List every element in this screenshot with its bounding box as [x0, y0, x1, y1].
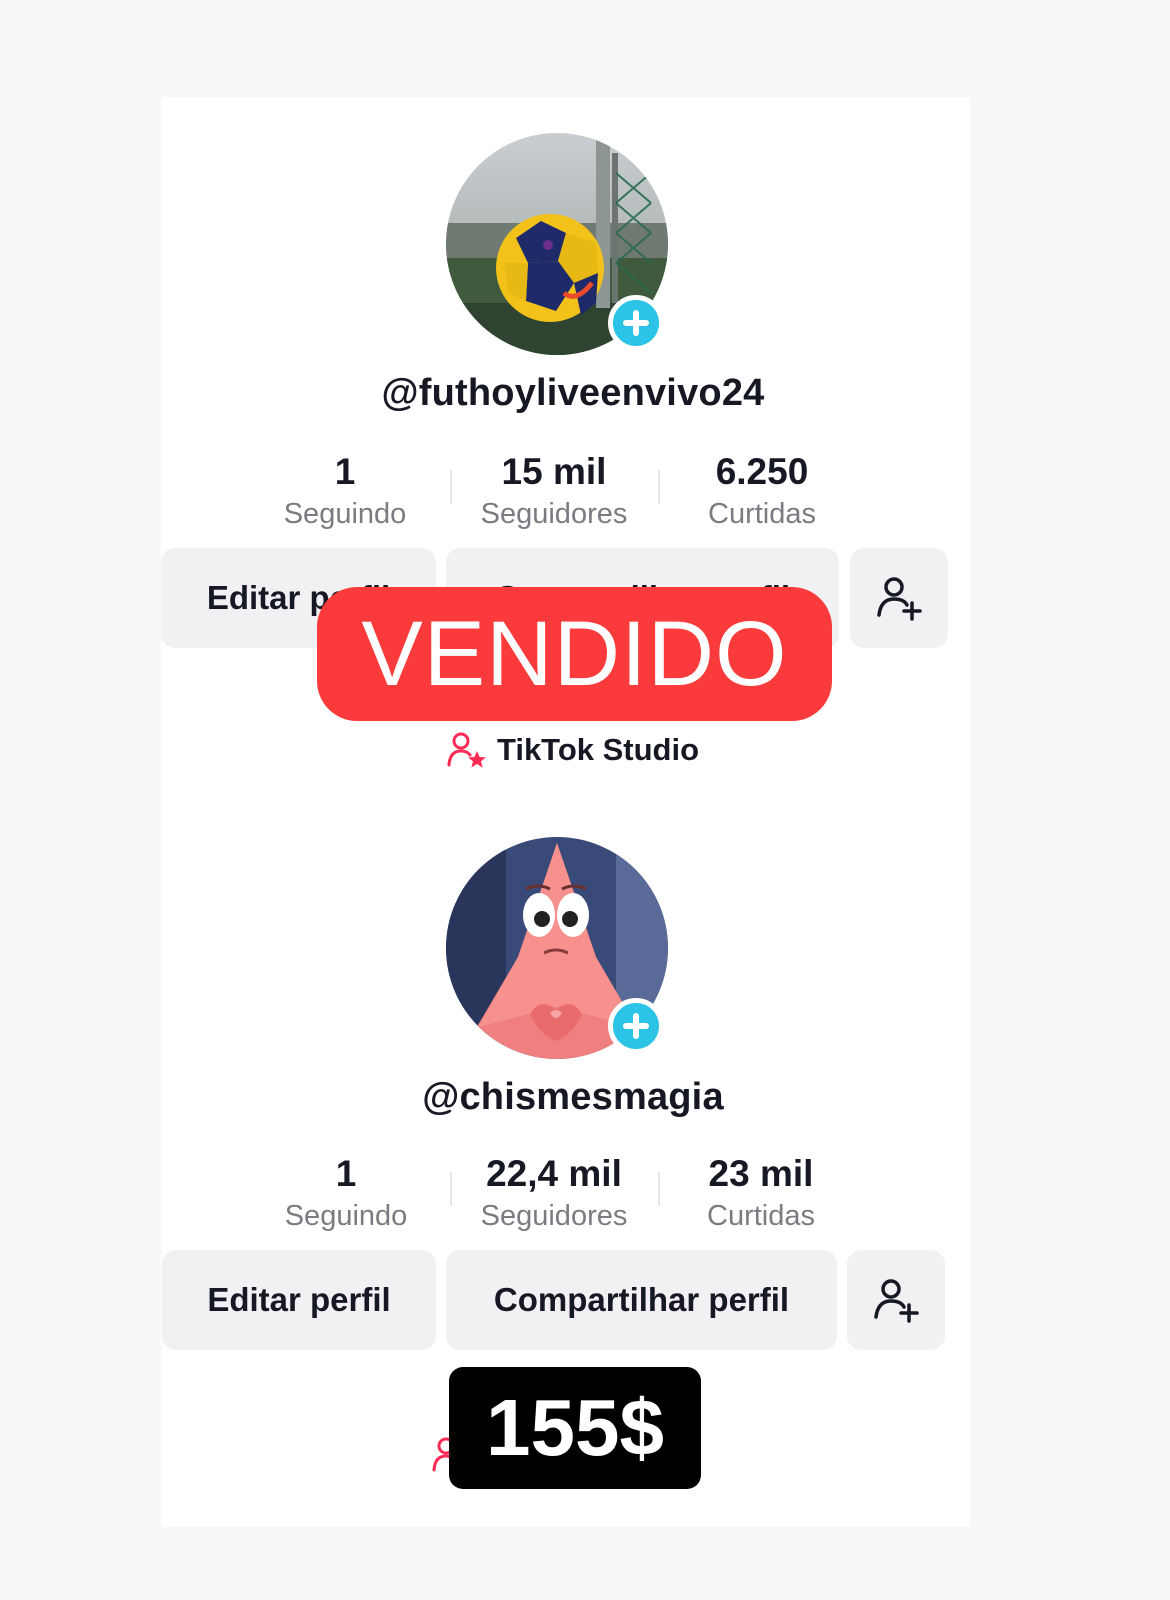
add-person-icon: [874, 1279, 919, 1323]
stat-following[interactable]: 1 Seguindo: [245, 450, 445, 534]
add-avatar-button[interactable]: [608, 295, 664, 351]
stat-label: Seguindo: [284, 1200, 408, 1232]
stat-likes[interactable]: 6.250 Curtidas: [662, 450, 862, 534]
stat-label: Seguidores: [480, 498, 628, 530]
stat-value: 22,4 mil: [486, 1153, 622, 1194]
add-friend-button[interactable]: [850, 548, 948, 648]
profile-username: @futhoyliveenvivo24: [381, 372, 765, 414]
stat-value: 1: [334, 451, 356, 492]
stat-label: Seguindo: [283, 498, 407, 530]
stat-divider: [658, 470, 660, 504]
stat-label: Curtidas: [707, 1200, 815, 1232]
stat-value: 6.250: [715, 451, 809, 492]
stat-value: 15 mil: [501, 451, 607, 492]
stat-following[interactable]: 1 Seguindo: [246, 1152, 446, 1236]
sold-badge: VENDIDO: [317, 587, 832, 721]
tiktok-studio-label: TikTok Studio: [496, 732, 700, 767]
stat-divider: [450, 470, 452, 504]
stat-divider: [450, 1172, 452, 1206]
screenshot-page: @futhoyliveenvivo24 1 Seguindo 15 mil Se…: [0, 0, 1170, 1600]
tiktok-studio-link[interactable]: TikTok Studio: [0, 731, 1146, 769]
stat-followers[interactable]: 22,4 mil Seguidores: [454, 1152, 654, 1236]
add-friend-button[interactable]: [847, 1250, 945, 1350]
add-person-icon: [877, 577, 922, 621]
share-profile-button[interactable]: Compartilhar perfil: [446, 1250, 837, 1350]
stat-value: 1: [335, 1153, 357, 1194]
stat-label: Seguidores: [480, 1200, 628, 1232]
plus-icon: [623, 1013, 649, 1039]
add-avatar-button[interactable]: [608, 998, 664, 1054]
creator-star-icon: [447, 732, 486, 768]
stat-divider: [658, 1172, 660, 1206]
stat-likes[interactable]: 23 mil Curtidas: [661, 1152, 861, 1236]
edit-profile-button[interactable]: Editar perfil: [162, 1250, 436, 1350]
price-badge: 155$: [449, 1367, 701, 1489]
stat-label: Curtidas: [708, 498, 816, 530]
plus-icon: [623, 310, 649, 336]
stat-followers[interactable]: 15 mil Seguidores: [454, 450, 654, 534]
stat-value: 23 mil: [708, 1153, 814, 1194]
profile-username: @chismesmagia: [422, 1076, 724, 1118]
